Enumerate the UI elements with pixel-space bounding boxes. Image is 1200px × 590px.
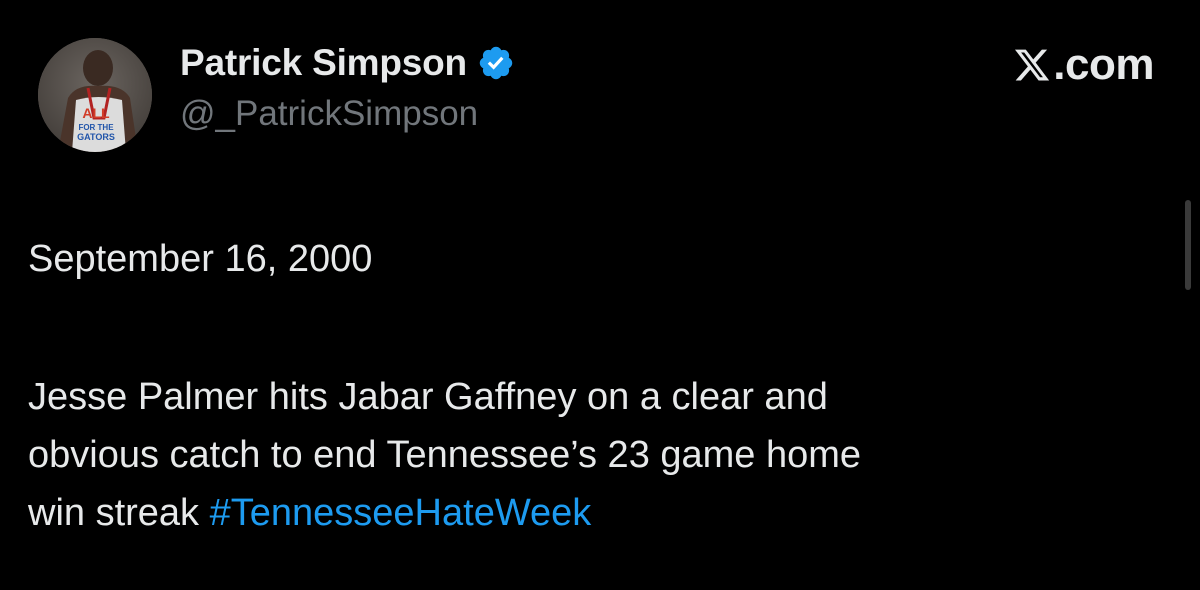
x-logo-icon xyxy=(1013,46,1051,84)
avatar-photo: ALL FOR THE GATORS xyxy=(38,38,152,152)
avatar[interactable]: ALL FOR THE GATORS xyxy=(38,38,152,152)
verified-badge-icon xyxy=(477,44,515,82)
tweet-body-line-2: obvious catch to end Tennessee’s 23 game… xyxy=(28,434,862,476)
user-handle[interactable]: @_PatrickSimpson xyxy=(180,94,478,134)
scrollbar[interactable] xyxy=(1185,200,1191,290)
tweet-body: Jesse Palmer hits Jabar Gaffney on a cle… xyxy=(28,368,1148,542)
tweet-body-line-3-prefix: win streak xyxy=(28,492,210,534)
tweet-body-line-1: Jesse Palmer hits Jabar Gaffney on a cle… xyxy=(28,376,828,418)
brand-watermark: .com xyxy=(1013,40,1154,90)
hashtag-link[interactable]: #TennesseeHateWeek xyxy=(210,492,592,534)
avatar-shirt-text-3: GATORS xyxy=(77,132,115,142)
name-row: Patrick Simpson xyxy=(180,38,515,88)
tweet-card: ALL FOR THE GATORS Patrick Simpson @_Pat… xyxy=(0,0,1200,590)
avatar-shirt-text-2: FOR THE xyxy=(78,123,114,132)
brand-text: .com xyxy=(1053,40,1154,89)
avatar-shirt-text-1: ALL xyxy=(82,105,110,121)
tweet-date-line: September 16, 2000 xyxy=(28,238,373,280)
display-name[interactable]: Patrick Simpson xyxy=(180,42,467,84)
tweet-body-line-3: win streak #TennesseeHateWeek xyxy=(28,484,1148,542)
